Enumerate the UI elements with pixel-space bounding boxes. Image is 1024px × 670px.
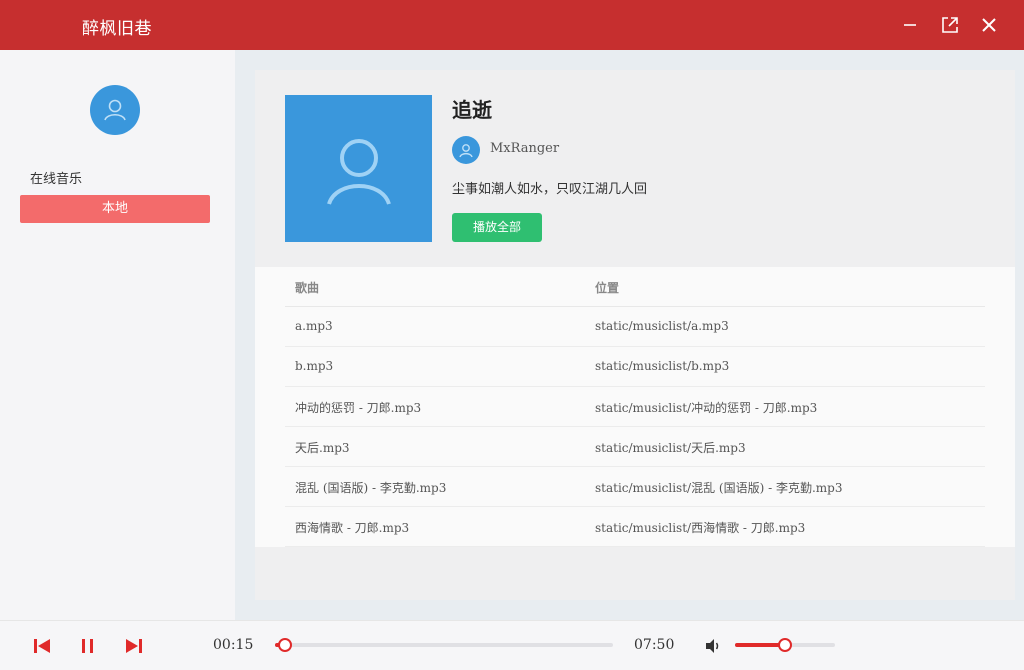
- user-icon: [326, 138, 391, 205]
- progress-handle[interactable]: [278, 638, 293, 652]
- song-location-cell: static/musiclist/b.mp3: [595, 359, 730, 373]
- song-location-cell: static/musiclist/天后.mp3: [595, 441, 746, 455]
- volume-handle[interactable]: [778, 638, 792, 652]
- song-location-cell: static/musiclist/混乱 (国语版) - 李克勤.mp3: [595, 481, 843, 495]
- pause-icon[interactable]: [78, 636, 98, 656]
- sidebar: 在线音乐 本地: [0, 50, 235, 620]
- volume-slider[interactable]: [735, 638, 835, 652]
- table-body: a.mp3 static/musiclist/a.mp3 b.mp3 static/m…: [285, 307, 985, 547]
- song-name-cell: 天后.mp3: [295, 441, 350, 455]
- column-header-location[interactable]: 位置: [595, 279, 619, 296]
- playlist-card: 追逝 MxRanger 尘事如潮人如水，只叹江湖几人回 播放全部 歌曲 位置 a…: [255, 70, 1015, 600]
- table-row[interactable]: 西海情歌 - 刀郎.mp3 static/musiclist/西海情歌 - 刀郎.…: [285, 507, 985, 547]
- playlist-title: 追逝: [452, 98, 492, 122]
- playlist-cover: [285, 95, 432, 242]
- song-name-cell: a.mp3: [295, 319, 333, 333]
- sidebar-section-label: 在线音乐: [30, 172, 83, 187]
- table-row[interactable]: 天后.mp3 static/musiclist/天后.mp3: [285, 427, 985, 467]
- sidebar-item-local[interactable]: 本地: [20, 195, 210, 223]
- creator-name[interactable]: MxRanger: [490, 141, 559, 156]
- user-icon: [104, 99, 126, 121]
- table-row[interactable]: a.mp3 static/musiclist/a.mp3: [285, 307, 985, 347]
- playlist-description: 尘事如潮人如水，只叹江湖几人回: [452, 182, 648, 197]
- table-row[interactable]: 冲动的惩罚 - 刀郎.mp3 static/musiclist/冲动的惩罚 - 刀…: [285, 387, 985, 427]
- total-time: 07:50: [634, 637, 675, 653]
- title-bar: 醉枫旧巷: [0, 0, 1024, 50]
- volume-icon[interactable]: [704, 637, 722, 655]
- table-row[interactable]: 混乱 (国语版) - 李克勤.mp3 static/musiclist/混乱 (国…: [285, 467, 985, 507]
- close-icon[interactable]: [978, 14, 1000, 36]
- column-header-song[interactable]: 歌曲: [295, 279, 319, 296]
- song-name-cell: 混乱 (国语版) - 李克勤.mp3: [295, 481, 447, 495]
- user-avatar[interactable]: [90, 85, 140, 135]
- song-table: 歌曲 位置 a.mp3 static/musiclist/a.mp3 b.mp3 st…: [255, 267, 1015, 547]
- song-name-cell: 西海情歌 - 刀郎.mp3: [295, 521, 410, 535]
- current-time: 00:15: [213, 637, 254, 653]
- play-all-button[interactable]: 播放全部: [452, 213, 542, 242]
- popout-icon[interactable]: [939, 14, 961, 36]
- progress-slider[interactable]: [275, 638, 613, 652]
- player-bar: 00:15 07:50: [0, 620, 1024, 670]
- minimize-icon[interactable]: [899, 14, 921, 36]
- table-header: 歌曲 位置: [285, 267, 985, 307]
- main-content: 追逝 MxRanger 尘事如潮人如水，只叹江湖几人回 播放全部 歌曲 位置 a…: [235, 50, 1024, 620]
- song-name-cell: 冲动的惩罚 - 刀郎.mp3: [295, 401, 422, 415]
- song-location-cell: static/musiclist/西海情歌 - 刀郎.mp3: [595, 521, 806, 535]
- table-row[interactable]: b.mp3 static/musiclist/b.mp3: [285, 347, 985, 387]
- song-name-cell: b.mp3: [295, 359, 334, 373]
- song-location-cell: static/musiclist/冲动的惩罚 - 刀郎.mp3: [595, 401, 818, 415]
- next-icon[interactable]: [124, 636, 144, 656]
- prev-icon[interactable]: [32, 636, 52, 656]
- app-title: 醉枫旧巷: [82, 19, 152, 39]
- creator-avatar[interactable]: [452, 136, 480, 164]
- song-location-cell: static/musiclist/a.mp3: [595, 319, 729, 333]
- user-icon: [459, 144, 473, 158]
